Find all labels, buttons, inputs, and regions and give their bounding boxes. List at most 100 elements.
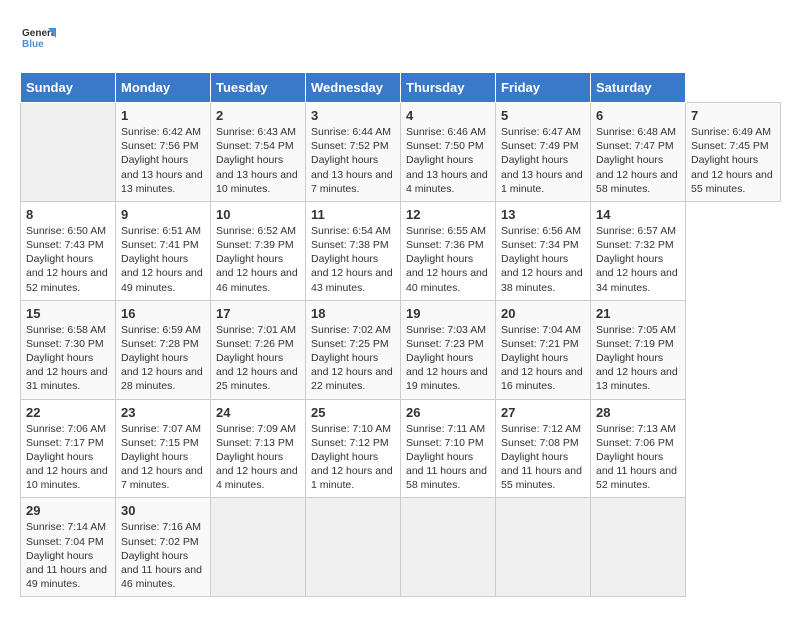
day-number: 14: [596, 207, 680, 222]
day-number: 21: [596, 306, 680, 321]
day-info: Sunrise: 7:04 AMSunset: 7:21 PMDaylight …: [501, 324, 583, 393]
day-cell: 5 Sunrise: 6:47 AMSunset: 7:49 PMDayligh…: [496, 103, 591, 202]
day-cell: 18 Sunrise: 7:02 AMSunset: 7:25 PMDaylig…: [306, 300, 401, 399]
day-cell: 16 Sunrise: 6:59 AMSunset: 7:28 PMDaylig…: [116, 300, 211, 399]
day-info: Sunrise: 6:58 AMSunset: 7:30 PMDaylight …: [26, 324, 108, 393]
day-info: Sunrise: 6:59 AMSunset: 7:28 PMDaylight …: [121, 324, 203, 393]
day-number: 5: [501, 108, 585, 123]
day-info: Sunrise: 6:44 AMSunset: 7:52 PMDaylight …: [311, 126, 393, 195]
day-number: 27: [501, 405, 585, 420]
day-info: Sunrise: 7:07 AMSunset: 7:15 PMDaylight …: [121, 423, 203, 492]
col-header-wednesday: Wednesday: [306, 73, 401, 103]
day-number: 29: [26, 503, 110, 518]
day-cell: 30 Sunrise: 7:16 AMSunset: 7:02 PMDaylig…: [116, 498, 211, 597]
day-info: Sunrise: 6:55 AMSunset: 7:36 PMDaylight …: [406, 225, 488, 294]
day-number: 23: [121, 405, 205, 420]
day-cell: 27 Sunrise: 7:12 AMSunset: 7:08 PMDaylig…: [496, 399, 591, 498]
week-row-4: 22 Sunrise: 7:06 AMSunset: 7:17 PMDaylig…: [21, 399, 781, 498]
day-cell: 7 Sunrise: 6:49 AMSunset: 7:45 PMDayligh…: [686, 103, 781, 202]
calendar-header-row: SundayMondayTuesdayWednesdayThursdayFrid…: [21, 73, 781, 103]
day-info: Sunrise: 6:57 AMSunset: 7:32 PMDaylight …: [596, 225, 678, 294]
day-info: Sunrise: 6:47 AMSunset: 7:49 PMDaylight …: [501, 126, 583, 195]
day-cell: 25 Sunrise: 7:10 AMSunset: 7:12 PMDaylig…: [306, 399, 401, 498]
day-number: 10: [216, 207, 300, 222]
day-cell: [21, 103, 116, 202]
week-row-1: 1 Sunrise: 6:42 AMSunset: 7:56 PMDayligh…: [21, 103, 781, 202]
day-info: Sunrise: 7:02 AMSunset: 7:25 PMDaylight …: [311, 324, 393, 393]
day-cell: [401, 498, 496, 597]
day-cell: 8 Sunrise: 6:50 AMSunset: 7:43 PMDayligh…: [21, 201, 116, 300]
day-number: 4: [406, 108, 490, 123]
day-info: Sunrise: 7:06 AMSunset: 7:17 PMDaylight …: [26, 423, 108, 492]
day-number: 8: [26, 207, 110, 222]
col-header-saturday: Saturday: [591, 73, 686, 103]
week-row-3: 15 Sunrise: 6:58 AMSunset: 7:30 PMDaylig…: [21, 300, 781, 399]
logo-icon: General Blue: [20, 20, 56, 56]
col-header-tuesday: Tuesday: [211, 73, 306, 103]
day-cell: 19 Sunrise: 7:03 AMSunset: 7:23 PMDaylig…: [401, 300, 496, 399]
page-header: General Blue: [20, 20, 772, 56]
day-number: 17: [216, 306, 300, 321]
day-cell: 29 Sunrise: 7:14 AMSunset: 7:04 PMDaylig…: [21, 498, 116, 597]
day-info: Sunrise: 7:01 AMSunset: 7:26 PMDaylight …: [216, 324, 298, 393]
day-number: 9: [121, 207, 205, 222]
day-info: Sunrise: 7:10 AMSunset: 7:12 PMDaylight …: [311, 423, 393, 492]
calendar-table: SundayMondayTuesdayWednesdayThursdayFrid…: [20, 72, 781, 597]
day-cell: [306, 498, 401, 597]
day-cell: 13 Sunrise: 6:56 AMSunset: 7:34 PMDaylig…: [496, 201, 591, 300]
day-number: 15: [26, 306, 110, 321]
day-number: 30: [121, 503, 205, 518]
day-number: 26: [406, 405, 490, 420]
day-info: Sunrise: 6:43 AMSunset: 7:54 PMDaylight …: [216, 126, 298, 195]
day-cell: 20 Sunrise: 7:04 AMSunset: 7:21 PMDaylig…: [496, 300, 591, 399]
svg-text:Blue: Blue: [22, 39, 44, 50]
week-row-5: 29 Sunrise: 7:14 AMSunset: 7:04 PMDaylig…: [21, 498, 781, 597]
day-cell: 26 Sunrise: 7:11 AMSunset: 7:10 PMDaylig…: [401, 399, 496, 498]
day-info: Sunrise: 7:14 AMSunset: 7:04 PMDaylight …: [26, 521, 107, 590]
day-cell: 17 Sunrise: 7:01 AMSunset: 7:26 PMDaylig…: [211, 300, 306, 399]
logo: General Blue: [20, 20, 56, 56]
day-number: 22: [26, 405, 110, 420]
day-number: 6: [596, 108, 680, 123]
day-info: Sunrise: 7:13 AMSunset: 7:06 PMDaylight …: [596, 423, 677, 492]
day-number: 19: [406, 306, 490, 321]
col-header-monday: Monday: [116, 73, 211, 103]
day-info: Sunrise: 7:16 AMSunset: 7:02 PMDaylight …: [121, 521, 202, 590]
day-number: 7: [691, 108, 775, 123]
day-cell: 9 Sunrise: 6:51 AMSunset: 7:41 PMDayligh…: [116, 201, 211, 300]
day-number: 1: [121, 108, 205, 123]
day-cell: 12 Sunrise: 6:55 AMSunset: 7:36 PMDaylig…: [401, 201, 496, 300]
day-info: Sunrise: 6:52 AMSunset: 7:39 PMDaylight …: [216, 225, 298, 294]
day-cell: 4 Sunrise: 6:46 AMSunset: 7:50 PMDayligh…: [401, 103, 496, 202]
day-cell: [591, 498, 686, 597]
day-info: Sunrise: 6:56 AMSunset: 7:34 PMDaylight …: [501, 225, 583, 294]
col-header-friday: Friday: [496, 73, 591, 103]
day-info: Sunrise: 6:49 AMSunset: 7:45 PMDaylight …: [691, 126, 773, 195]
day-number: 18: [311, 306, 395, 321]
day-cell: 2 Sunrise: 6:43 AMSunset: 7:54 PMDayligh…: [211, 103, 306, 202]
day-number: 13: [501, 207, 585, 222]
col-header-thursday: Thursday: [401, 73, 496, 103]
day-number: 2: [216, 108, 300, 123]
day-cell: 1 Sunrise: 6:42 AMSunset: 7:56 PMDayligh…: [116, 103, 211, 202]
day-info: Sunrise: 7:11 AMSunset: 7:10 PMDaylight …: [406, 423, 487, 492]
day-cell: 14 Sunrise: 6:57 AMSunset: 7:32 PMDaylig…: [591, 201, 686, 300]
day-number: 12: [406, 207, 490, 222]
day-info: Sunrise: 6:48 AMSunset: 7:47 PMDaylight …: [596, 126, 678, 195]
day-cell: [211, 498, 306, 597]
week-row-2: 8 Sunrise: 6:50 AMSunset: 7:43 PMDayligh…: [21, 201, 781, 300]
day-number: 11: [311, 207, 395, 222]
day-number: 28: [596, 405, 680, 420]
day-number: 20: [501, 306, 585, 321]
day-cell: 22 Sunrise: 7:06 AMSunset: 7:17 PMDaylig…: [21, 399, 116, 498]
day-number: 16: [121, 306, 205, 321]
day-info: Sunrise: 7:05 AMSunset: 7:19 PMDaylight …: [596, 324, 678, 393]
day-cell: 3 Sunrise: 6:44 AMSunset: 7:52 PMDayligh…: [306, 103, 401, 202]
day-info: Sunrise: 6:46 AMSunset: 7:50 PMDaylight …: [406, 126, 488, 195]
day-cell: 6 Sunrise: 6:48 AMSunset: 7:47 PMDayligh…: [591, 103, 686, 202]
day-info: Sunrise: 6:54 AMSunset: 7:38 PMDaylight …: [311, 225, 393, 294]
day-info: Sunrise: 6:50 AMSunset: 7:43 PMDaylight …: [26, 225, 108, 294]
col-header-sunday: Sunday: [21, 73, 116, 103]
day-cell: 28 Sunrise: 7:13 AMSunset: 7:06 PMDaylig…: [591, 399, 686, 498]
day-number: 3: [311, 108, 395, 123]
